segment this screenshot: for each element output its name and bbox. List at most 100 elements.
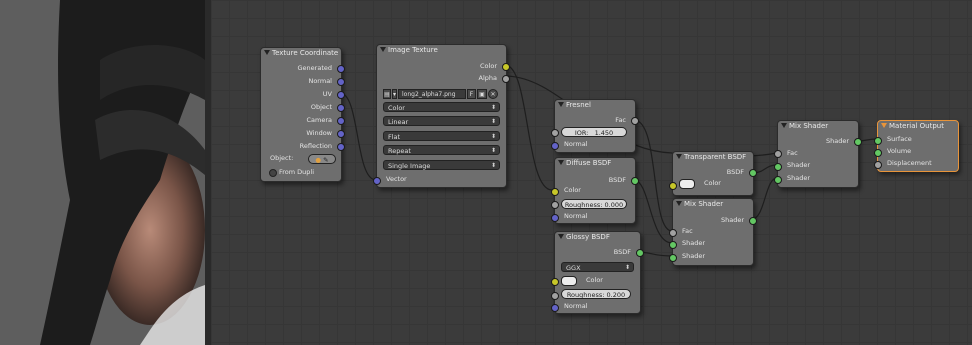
output-reflection: Reflection <box>299 142 332 150</box>
socket-bsdf-out[interactable] <box>749 169 757 177</box>
image-browse-icon[interactable]: ▤ <box>383 88 391 99</box>
socket-displacement-in[interactable] <box>874 161 882 169</box>
node-title: Material Output <box>889 122 944 130</box>
render-viewport[interactable] <box>0 0 205 345</box>
output-fac: Fac <box>615 116 626 124</box>
ior-field[interactable]: IOR: 1.450 <box>561 127 627 137</box>
collapse-icon[interactable] <box>676 201 682 206</box>
socket-color-in[interactable] <box>669 182 677 190</box>
input-vector: Vector <box>386 175 407 183</box>
socket-shader2-in[interactable] <box>774 176 782 184</box>
roughness-field[interactable]: Roughness: 0.000 <box>561 199 627 209</box>
socket-generated[interactable] <box>337 65 345 73</box>
mix-shader-node-1[interactable]: Mix Shader Shader Fac Shader Shader <box>669 198 757 266</box>
roughness-field[interactable]: Roughness: 0.200 <box>561 289 631 299</box>
node-header[interactable]: Texture Coordinate <box>261 48 341 59</box>
collapse-icon[interactable] <box>380 47 386 52</box>
socket-normal-in[interactable] <box>551 142 559 150</box>
socket-roughness-in[interactable] <box>551 292 559 300</box>
eyedropper-icon[interactable]: ✎ <box>323 156 328 164</box>
socket-fac-in[interactable] <box>669 229 677 237</box>
object-field[interactable]: ● ✎ <box>308 154 336 164</box>
node-header[interactable]: Mix Shader <box>673 199 753 210</box>
output-object: Object <box>310 103 332 111</box>
updown-icon: ⬍ <box>490 162 496 169</box>
collapse-icon[interactable] <box>881 123 887 128</box>
socket-uv[interactable] <box>337 91 345 99</box>
output-camera: Camera <box>306 116 332 124</box>
socket-reflection[interactable] <box>337 143 345 151</box>
mix-shader-node-2[interactable]: Mix Shader Shader Fac Shader Shader <box>774 120 862 188</box>
image-name-field[interactable]: long2_alpha7.png <box>398 88 466 99</box>
socket-shader-out[interactable] <box>749 217 757 225</box>
collapse-icon[interactable] <box>558 160 564 165</box>
node-header[interactable]: Transparent BSDF <box>673 152 753 163</box>
socket-fac-in[interactable] <box>774 150 782 158</box>
node-header[interactable]: Diffuse BSDF <box>555 158 635 169</box>
collapse-icon[interactable] <box>676 154 682 159</box>
socket-normal-in[interactable] <box>551 304 559 312</box>
socket-object[interactable] <box>337 104 345 112</box>
glossy-bsdf-node[interactable]: Glossy BSDF BSDF GGX ⬍ Color Roughness: 0… <box>551 231 644 314</box>
collapse-icon[interactable] <box>781 123 787 128</box>
interpolation-dropdown[interactable]: Linear ⬍ <box>383 116 500 126</box>
dropdown-value: Repeat <box>388 147 411 155</box>
updown-icon: ⬍ <box>490 133 496 140</box>
dropdown-value: Color <box>388 104 405 112</box>
ior-label: IOR: <box>574 129 589 137</box>
from-dupli-checkbox[interactable] <box>269 169 277 177</box>
input-volume: Volume <box>887 147 912 155</box>
collapse-icon[interactable] <box>558 102 564 107</box>
diffuse-bsdf-node[interactable]: Diffuse BSDF BSDF Color Roughness: 0.000… <box>551 157 639 224</box>
socket-ior-in[interactable] <box>551 129 559 137</box>
output-uv: UV <box>322 90 332 98</box>
image-browse-arrow[interactable]: ▾ <box>392 88 397 99</box>
extension-dropdown[interactable]: Repeat ⬍ <box>383 145 500 155</box>
fake-user-button[interactable]: F <box>467 88 476 99</box>
socket-color-in[interactable] <box>551 278 559 286</box>
node-header[interactable]: Image Texture <box>377 45 506 56</box>
socket-volume-in[interactable] <box>874 149 882 157</box>
open-image-icon[interactable]: ▣ <box>477 88 487 99</box>
material-output-node[interactable]: Material Output Surface Volume Displacem… <box>874 120 959 172</box>
socket-camera[interactable] <box>337 117 345 125</box>
unlink-icon[interactable]: ✕ <box>488 88 498 99</box>
transparent-bsdf-node[interactable]: Transparent BSDF BSDF Color <box>669 151 757 196</box>
output-bsdf: BSDF <box>613 248 631 256</box>
collapse-icon[interactable] <box>264 50 270 55</box>
socket-bsdf-out[interactable] <box>636 249 644 257</box>
image-texture-node[interactable]: Image Texture Color Alpha ▤ ▾ long2_alph… <box>373 44 510 188</box>
socket-roughness-in[interactable] <box>551 201 559 209</box>
output-generated: Generated <box>297 64 332 72</box>
texture-coordinate-node[interactable]: Texture Coordinate Generated Normal UV O… <box>260 47 345 182</box>
collapse-icon[interactable] <box>558 234 564 239</box>
node-title: Image Texture <box>388 46 438 54</box>
node-header[interactable]: Material Output <box>878 121 958 132</box>
socket-shader1-in[interactable] <box>669 241 677 249</box>
socket-normal-in[interactable] <box>551 214 559 222</box>
image-selector[interactable]: ▤ ▾ long2_alpha7.png F ▣ ✕ <box>383 88 498 99</box>
source-dropdown[interactable]: Single Image ⬍ <box>383 160 500 170</box>
node-header[interactable]: Fresnel <box>555 100 635 111</box>
fresnel-node[interactable]: Fresnel Fac IOR: 1.450 Normal <box>551 99 639 153</box>
color-space-dropdown[interactable]: Color ⬍ <box>383 102 500 112</box>
node-header[interactable]: Glossy BSDF <box>555 232 640 243</box>
socket-normal[interactable] <box>337 78 345 86</box>
socket-bsdf-out[interactable] <box>631 177 639 185</box>
socket-shader2-in[interactable] <box>669 254 677 262</box>
socket-vector-in[interactable] <box>373 177 381 185</box>
output-shader: Shader <box>720 216 744 224</box>
projection-dropdown[interactable]: Flat ⬍ <box>383 131 500 141</box>
node-header[interactable]: Mix Shader <box>778 121 858 132</box>
color-swatch[interactable] <box>561 276 577 286</box>
socket-alpha-out[interactable] <box>502 75 510 83</box>
color-swatch[interactable] <box>679 179 695 189</box>
socket-shader1-in[interactable] <box>774 163 782 171</box>
socket-color-out[interactable] <box>502 63 510 71</box>
socket-color-in[interactable] <box>551 188 559 196</box>
socket-window[interactable] <box>337 130 345 138</box>
distribution-dropdown[interactable]: GGX ⬍ <box>561 262 634 272</box>
socket-surface-in[interactable] <box>874 137 882 145</box>
socket-fac-out[interactable] <box>631 117 639 125</box>
socket-shader-out[interactable] <box>854 138 862 146</box>
